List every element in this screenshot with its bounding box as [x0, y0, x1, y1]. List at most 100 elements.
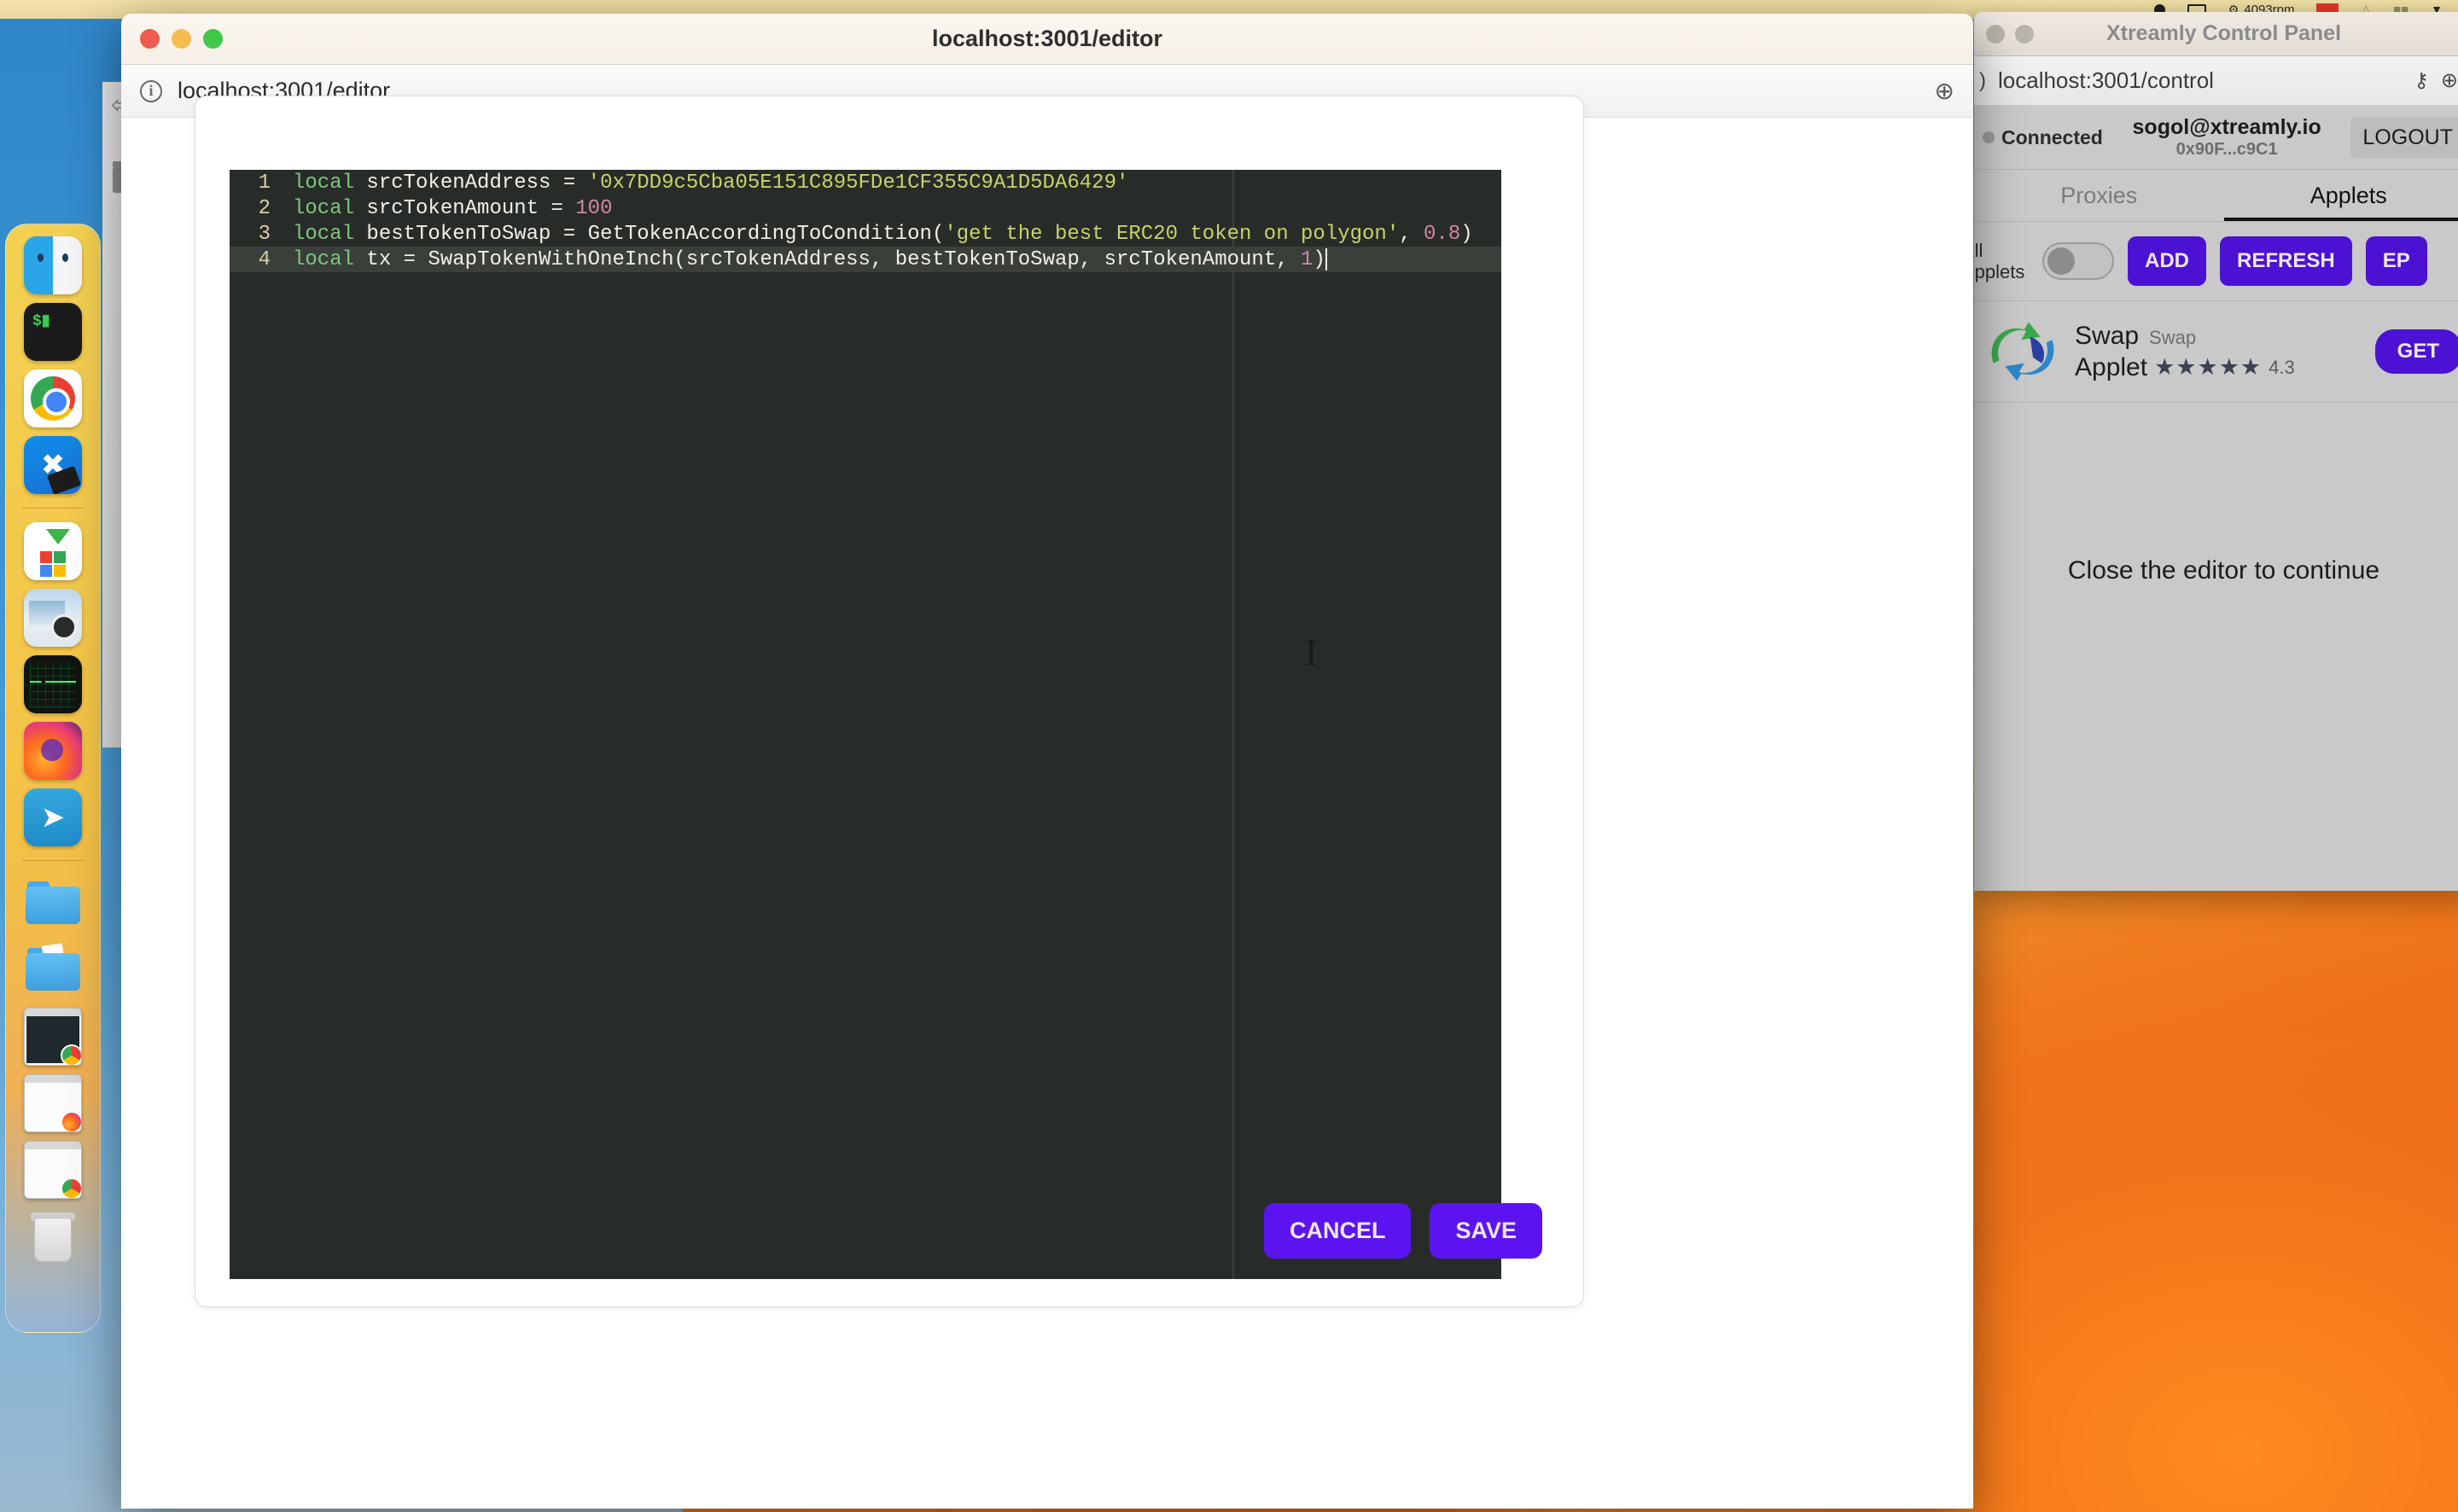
account-info: sogol@xtreamly.io 0x90F...c9C1: [2115, 115, 2339, 160]
code-line[interactable]: 3 local bestTokenToSwap = GetTokenAccordi…: [230, 221, 1501, 247]
dock-item-chrome[interactable]: [24, 369, 82, 427]
dock-item-minimized-chrome-dark[interactable]: [24, 1008, 82, 1066]
editor-browser-window[interactable]: localhost:3001/editor i localhost:3001/e…: [121, 14, 1973, 1509]
cancel-button[interactable]: CANCEL: [1263, 1203, 1412, 1259]
code-token-id: bestTokenToSwap: [366, 222, 563, 246]
swap-applet-icon: [1986, 315, 2059, 388]
dock-item-finder[interactable]: [24, 236, 82, 294]
account-bar: Connected sogol@xtreamly.io 0x90F...c9C1…: [1974, 106, 2458, 169]
connection-status: Connected: [1983, 126, 2103, 149]
code-token-num: 1: [1301, 247, 1313, 271]
code-token-id: srcTokenAmount: [366, 196, 551, 220]
key-icon[interactable]: ⚷: [2414, 68, 2429, 93]
ruler-guide: [1232, 170, 1234, 1279]
ep-button[interactable]: EP: [2365, 236, 2427, 286]
status-dot-icon: [1983, 131, 1995, 143]
code-token-op: =: [550, 196, 576, 220]
filter-label-line1: All: [1974, 239, 1983, 261]
filter-label: All Applets: [1974, 240, 2029, 283]
blocking-message: Close the editor to continue: [2067, 556, 2380, 584]
control-panel-url[interactable]: localhost:3001/control: [1998, 67, 2402, 94]
account-email: sogol@xtreamly.io: [2132, 115, 2321, 140]
code-token-op: ,: [1399, 222, 1424, 246]
editor-titlebar: localhost:3001/editor: [121, 14, 1973, 65]
dock-item-terminal[interactable]: $▮: [24, 303, 82, 361]
rating-value: 4.3: [2269, 357, 2295, 378]
code-token-op: =: [562, 171, 588, 195]
code-token-kw: local: [293, 196, 367, 220]
logout-button[interactable]: LOGOUT: [2350, 116, 2458, 159]
dock-item-trash[interactable]: [24, 1207, 82, 1265]
code-line[interactable]: 1 local srcTokenAddress = '0x7DD9c5Cba05E…: [230, 170, 1501, 195]
dock-item-folder-documents[interactable]: [24, 941, 82, 999]
editor-window-title: localhost:3001/editor: [931, 26, 1163, 51]
code-token-op: ): [1460, 222, 1473, 246]
code-token-num: 100: [575, 196, 613, 220]
code-token-kw: local: [293, 222, 367, 246]
dock-item-firefox[interactable]: [24, 722, 82, 780]
applet-subtitle: Swap: [2149, 326, 2197, 348]
tab-applets[interactable]: Applets: [2223, 170, 2458, 221]
editor-card: 1 local srcTokenAddress = '0x7DD9c5Cba05E…: [195, 96, 1584, 1307]
chevron-icon[interactable]: ): [1979, 69, 1986, 93]
dock-separator: [22, 508, 84, 509]
line-number: 2: [258, 196, 271, 220]
control-panel-title: Xtreamly Control Panel: [2106, 21, 2342, 45]
dock-separator-2: [22, 860, 84, 861]
control-panel-urlbar[interactable]: ) localhost:3001/control ⚷ ⊕: [1974, 56, 2458, 106]
zoom-icon[interactable]: ⊕: [2441, 68, 2458, 93]
control-panel-window[interactable]: Xtreamly Control Panel ) localhost:3001/…: [1974, 12, 2458, 891]
applet-name: Swap: [2075, 321, 2140, 350]
code-token-id: GetTokenAccordingToCondition(: [587, 222, 945, 246]
code-token-op: =: [403, 247, 428, 271]
code-token-id: srcTokenAddress: [366, 171, 563, 195]
code-token-kw: local: [293, 247, 367, 271]
control-panel-titlebar: Xtreamly Control Panel: [1974, 12, 2458, 56]
code-token-op: ): [1313, 247, 1325, 271]
editor-actions: CANCEL SAVE: [1263, 1203, 1542, 1259]
get-button[interactable]: GET: [2374, 329, 2458, 374]
info-icon[interactable]: i: [140, 79, 162, 102]
dock-item-activity-monitor[interactable]: [24, 655, 82, 713]
caret: [1325, 248, 1327, 270]
code-token-num: 0.8: [1424, 222, 1461, 246]
code-token-kw: local: [293, 171, 367, 195]
connection-status-label: Connected: [2001, 125, 2103, 148]
line-number: 1: [258, 171, 271, 195]
code-line[interactable]: 2 local srcTokenAmount = 100: [230, 195, 1501, 221]
control-panel-tabs: Proxies Applets: [1974, 169, 2458, 222]
filter-label-line2: Applets: [1974, 261, 2025, 282]
list-item[interactable]: Swap Swap Applet ★★★★★ 4.3 GET: [1974, 301, 2458, 403]
rating-stars-icon: ★★★★★: [2154, 353, 2263, 380]
code-token-op: =: [562, 222, 588, 246]
add-button[interactable]: ADD: [2128, 236, 2206, 286]
refresh-button[interactable]: REFRESH: [2220, 236, 2352, 286]
zoom-icon[interactable]: ⊕: [1935, 77, 1954, 105]
save-button[interactable]: SAVE: [1430, 1203, 1542, 1259]
tab-proxies[interactable]: Proxies: [1974, 170, 2224, 221]
applets-toolbar: All Applets ADD REFRESH EP: [1974, 222, 2458, 300]
line-number: 3: [258, 222, 271, 246]
code-token-str: 'get the best ERC20 token on polygon': [944, 222, 1400, 246]
line-number: 4: [258, 247, 271, 271]
code-lines: 1 local srcTokenAddress = '0x7DD9c5Cba05E…: [230, 170, 1501, 272]
text-cursor-icon: I: [1305, 631, 1318, 673]
code-editor[interactable]: 1 local srcTokenAddress = '0x7DD9c5Cba05E…: [230, 170, 1501, 1279]
code-token-id: SwapTokenWithOneInch(srcTokenAddress, be…: [428, 247, 1302, 271]
all-applets-toggle[interactable]: [2042, 242, 2114, 280]
dock-item-folder-downloads[interactable]: [24, 875, 82, 933]
applet-info: Swap Swap Applet ★★★★★ 4.3: [2075, 320, 2360, 384]
applets-list: Swap Swap Applet ★★★★★ 4.3 GET: [1974, 300, 2458, 403]
dock-item-minimized-firefox[interactable]: [24, 1074, 82, 1132]
dock-item-preview[interactable]: [24, 589, 82, 647]
dock-item-installer[interactable]: [24, 522, 82, 580]
control-panel-body: Connected sogol@xtreamly.io 0x90F...c9C1…: [1974, 106, 2458, 891]
applet-kind: Applet: [2075, 353, 2148, 381]
code-line[interactable]: 4 local tx = SwapTokenWithOneInch(srcToke…: [230, 247, 1501, 272]
dock-item-minimized-chrome-light[interactable]: [24, 1141, 82, 1199]
code-token-id: tx: [366, 247, 404, 271]
dock-item-xcode[interactable]: ✖: [24, 436, 82, 494]
dock-item-telegram[interactable]: ➤: [24, 788, 82, 846]
macos-dock: $▮ ✖ ➤: [5, 224, 101, 1333]
account-address: 0x90F...c9C1: [2176, 139, 2278, 159]
